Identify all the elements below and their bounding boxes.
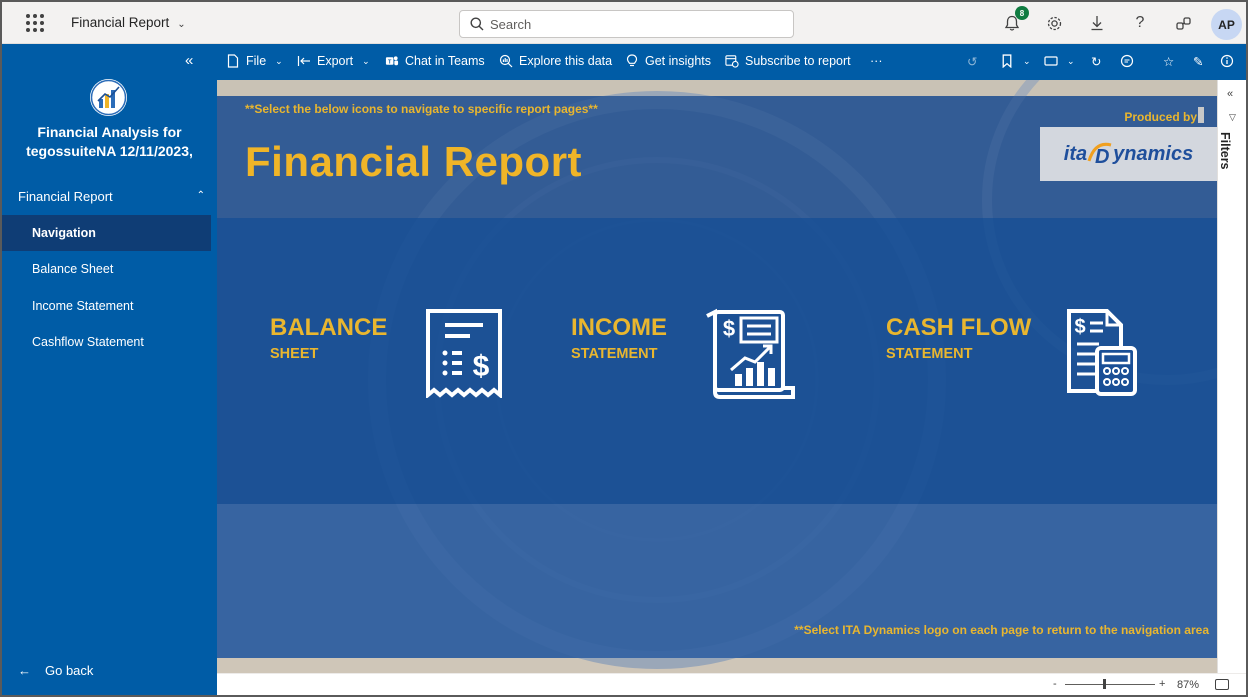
nav-item-label: Navigation <box>32 226 96 240</box>
svg-text:T: T <box>388 59 392 65</box>
chevron-down-icon: ⌄ <box>1023 55 1031 66</box>
file-menu-button[interactable]: File ⌄ <box>226 54 283 68</box>
text-cursor <box>1198 107 1204 123</box>
svg-text:D: D <box>1095 146 1109 168</box>
nav-section-label: Financial Report <box>18 189 113 204</box>
file-icon <box>227 54 239 68</box>
app-launcher-icon[interactable] <box>26 14 44 32</box>
chevron-up-icon: ⌃ <box>196 190 205 201</box>
download-icon[interactable] <box>1086 12 1108 34</box>
ita-dynamics-logo[interactable]: ita D ynamics <box>1040 127 1217 181</box>
avatar[interactable]: AP <box>1211 9 1242 40</box>
chevron-down-icon: ⌄ <box>1067 55 1075 66</box>
navigation-hint: **Select the below icons to navigate to … <box>245 102 598 116</box>
zoom-out-button[interactable]: - <box>1053 678 1057 690</box>
export-icon <box>297 56 310 66</box>
more-options-button[interactable]: ··· <box>870 54 883 68</box>
bookmark-menu-button[interactable]: ⌄ <box>1000 54 1031 68</box>
fit-to-page-icon[interactable] <box>1215 679 1229 690</box>
left-nav-pane: « Financial Analysis for tegossuiteNA 12… <box>2 44 217 695</box>
logo-return-hint: **Select ITA Dynamics logo on each page … <box>794 623 1209 637</box>
collapse-nav-icon[interactable]: « <box>185 52 193 69</box>
view-icon <box>1044 56 1058 66</box>
favorite-star-icon[interactable]: ☆ <box>1163 54 1174 69</box>
nav-item-label: Income Statement <box>32 299 134 313</box>
search-icon <box>470 17 484 31</box>
svg-text:$: $ <box>473 350 490 383</box>
help-icon[interactable]: ? <box>1129 12 1151 34</box>
zoom-slider[interactable] <box>1065 679 1155 689</box>
report-canvas: **Select the below icons to navigate to … <box>217 80 1217 673</box>
cash-flow-calculator-icon[interactable]: $ <box>1065 308 1139 398</box>
nav-item-balance-sheet[interactable]: Balance Sheet <box>2 251 211 287</box>
view-menu-button[interactable]: ⌄ <box>1044 54 1075 68</box>
chevron-down-icon: ⌄ <box>275 55 283 66</box>
undo-icon[interactable]: ↺ <box>967 54 977 69</box>
ita-logo-swoosh: D <box>1087 142 1112 168</box>
explore-icon <box>499 54 513 68</box>
zoom-in-button[interactable]: + <box>1159 678 1165 690</box>
filter-icon: ▽ <box>1229 112 1236 122</box>
nav-item-income-statement[interactable]: Income Statement <box>2 288 211 324</box>
bookmark-icon <box>1002 54 1012 68</box>
filters-label: Filters <box>1218 132 1232 170</box>
nav-section-financial-report[interactable]: Financial Report ⌃ <box>2 180 215 214</box>
top-bar: Financial Report ⌄ 8 ? AP <box>2 2 1246 44</box>
receipt-dollar-icon[interactable]: $ <box>425 308 503 398</box>
subscribe-button[interactable]: Subscribe to report <box>725 54 851 68</box>
workspace-logo <box>90 79 127 116</box>
produced-by-label: Produced by <box>1124 110 1197 124</box>
cash-flow-statement-card[interactable]: CASH FLOW STATEMENT <box>886 314 1031 362</box>
chat-in-teams-button[interactable]: T Chat in Teams <box>385 54 485 68</box>
search-input[interactable] <box>490 15 780 33</box>
export-menu-button[interactable]: Export ⌄ <box>297 54 370 68</box>
arrow-left-icon: ← <box>18 663 31 678</box>
info-icon[interactable] <box>1220 54 1234 68</box>
svg-text:$: $ <box>723 316 735 341</box>
nav-item-cashflow-statement[interactable]: Cashflow Statement <box>2 324 211 360</box>
nav-item-navigation[interactable]: Navigation <box>2 215 211 251</box>
notifications-bell-icon[interactable]: 8 <box>1001 6 1029 34</box>
report-action-bar: File ⌄ Export ⌄ T Chat in Teams Explore th… <box>217 44 1246 80</box>
zoom-slider-thumb[interactable] <box>1102 679 1106 689</box>
chevron-down-icon: ⌄ <box>177 19 186 30</box>
balance-sheet-card[interactable]: BALANCE SHEET <box>270 314 387 362</box>
income-report-chart-icon[interactable]: $ <box>705 308 797 400</box>
workspace-title: Financial Analysis for tegossuiteNA 12/1… <box>26 124 193 159</box>
income-statement-card[interactable]: INCOME STATEMENT <box>571 314 667 362</box>
search-box[interactable] <box>459 10 794 38</box>
filters-pane[interactable]: « ▽ Filters <box>1217 80 1246 673</box>
zoom-level: 87% <box>1177 679 1200 691</box>
explore-data-button[interactable]: Explore this data <box>499 54 612 68</box>
share-feedback-icon[interactable] <box>1172 12 1194 34</box>
subscribe-icon <box>725 55 739 68</box>
status-bar: - + 87% <box>217 673 1246 695</box>
app-title-dropdown[interactable]: Financial Report ⌄ <box>71 15 186 30</box>
settings-gear-icon[interactable] <box>1043 12 1065 34</box>
nav-item-label: Balance Sheet <box>32 262 114 276</box>
nav-item-label: Cashflow Statement <box>32 335 144 349</box>
page-title: Financial Report <box>245 138 583 185</box>
app-title: Financial Report <box>71 15 170 30</box>
chevron-down-icon: ⌄ <box>362 55 370 66</box>
notification-badge: 8 <box>1015 6 1029 20</box>
edit-pencil-icon[interactable]: ✎ <box>1193 54 1203 69</box>
svg-text:$: $ <box>1074 316 1085 338</box>
go-back-button[interactable]: ← Go back <box>18 663 93 678</box>
lightbulb-icon <box>626 54 638 67</box>
get-insights-button[interactable]: Get insights <box>625 54 711 68</box>
comment-icon[interactable] <box>1120 54 1134 68</box>
teams-icon: T <box>385 56 399 65</box>
expand-filters-icon[interactable]: « <box>1227 88 1233 100</box>
refresh-icon[interactable]: ↻ <box>1091 54 1101 69</box>
